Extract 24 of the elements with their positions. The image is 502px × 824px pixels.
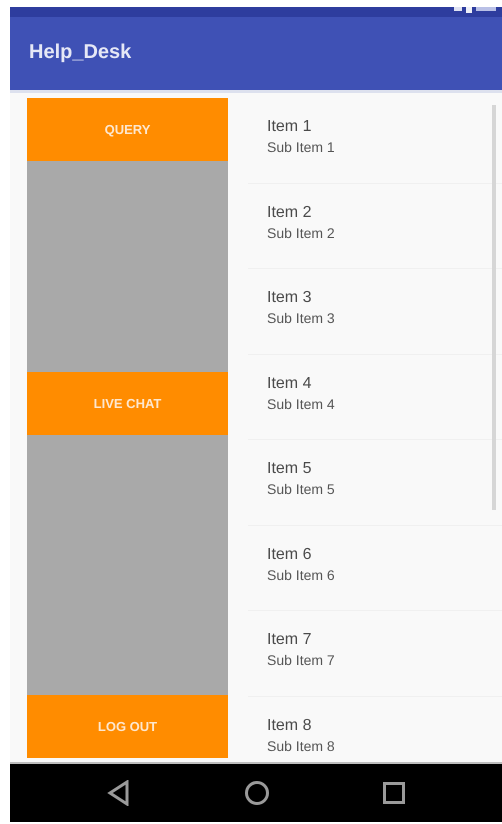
item-title: Item 5 <box>267 460 312 478</box>
home-icon[interactable] <box>244 780 270 806</box>
item-title: Item 2 <box>267 204 312 222</box>
app-title: Help_Desk <box>29 40 132 64</box>
item-subtitle: Sub Item 7 <box>267 652 335 668</box>
menu-button[interactable]: QUERY <box>27 98 228 161</box>
scrollbar[interactable] <box>492 105 496 510</box>
item-subtitle: Sub Item 1 <box>267 139 335 155</box>
item-subtitle: Sub Item 4 <box>267 396 335 412</box>
menu-button[interactable]: LIVE CHAT <box>27 372 228 435</box>
menu-button[interactable]: LOG OUT <box>27 695 228 758</box>
item-title: Item 8 <box>267 716 312 734</box>
item-title: Item 6 <box>267 546 312 564</box>
item-subtitle: Sub Item 2 <box>267 224 335 240</box>
item-subtitle: Sub Item 6 <box>267 566 335 582</box>
item-title: Item 3 <box>267 289 312 307</box>
back-icon[interactable] <box>106 780 131 806</box>
item-subtitle: Sub Item 5 <box>267 481 335 497</box>
item-title: Item 4 <box>267 374 312 392</box>
item-subtitle: Sub Item 3 <box>267 310 335 326</box>
item-subtitle: Sub Item 8 <box>267 738 335 754</box>
recents-icon[interactable] <box>383 782 406 804</box>
item-title: Item 7 <box>267 631 312 649</box>
item-title: Item 1 <box>267 118 312 136</box>
